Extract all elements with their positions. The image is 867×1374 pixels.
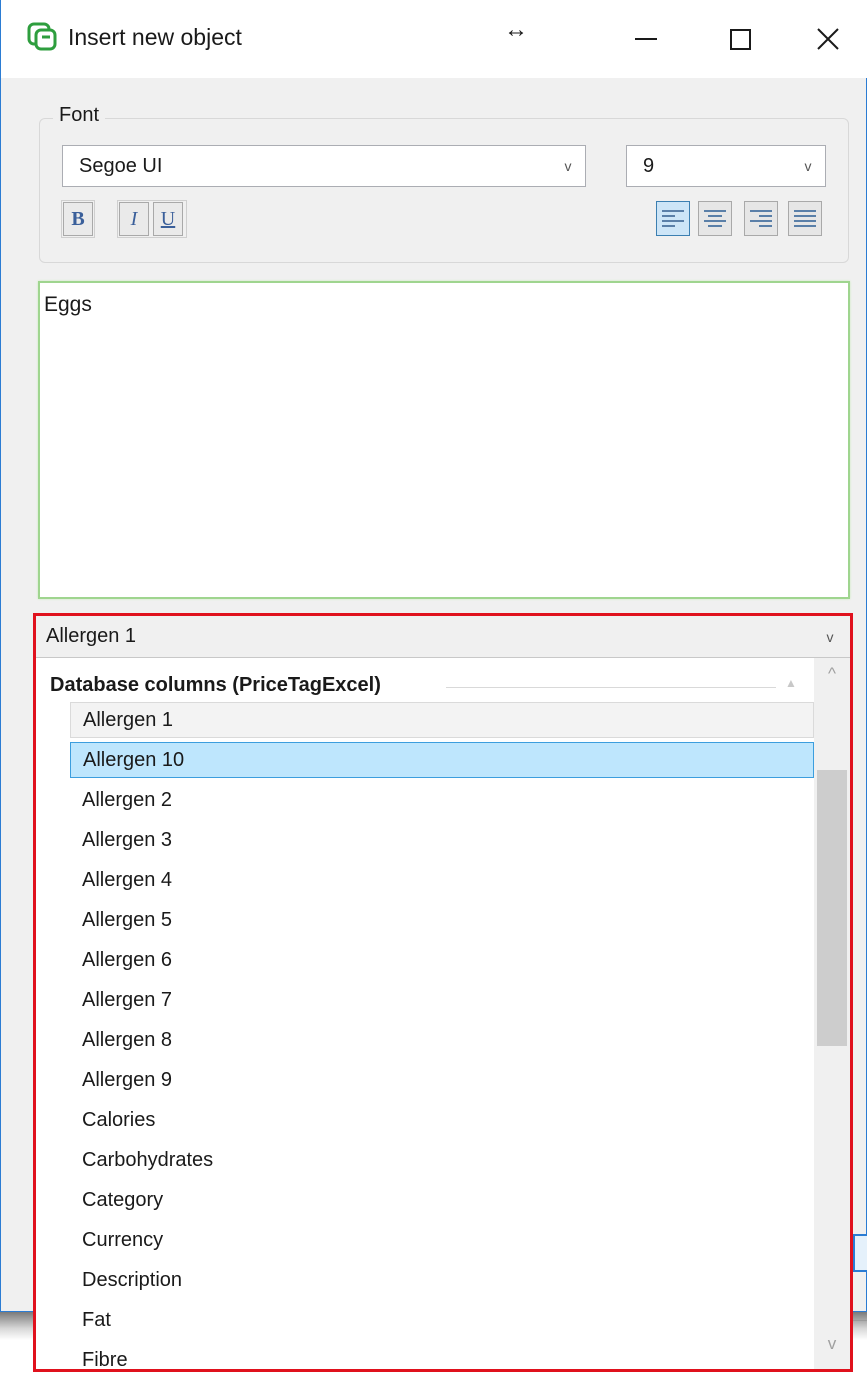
font-group-box	[39, 118, 849, 263]
list-item[interactable]: Fibre	[70, 1342, 814, 1374]
font-family-value: Segoe UI	[79, 154, 163, 177]
list-item[interactable]: Carbohydrates	[70, 1142, 814, 1178]
scroll-up-icon[interactable]: ^	[814, 664, 850, 694]
font-size-value: 9	[643, 154, 655, 177]
list-item[interactable]: Description	[70, 1262, 814, 1298]
font-size-select[interactable]: 9 v	[626, 145, 826, 187]
list-item[interactable]: Allergen 6	[70, 942, 814, 978]
field-dropdown[interactable]: Allergen 1 v Database columns (PriceTagE…	[33, 613, 853, 1372]
title-bar[interactable]: Insert new object ↔	[1, 0, 867, 78]
scrollbar[interactable]: ^ v	[814, 658, 850, 1369]
close-button[interactable]	[783, 0, 867, 78]
align-right-button[interactable]	[744, 201, 778, 236]
minimize-button[interactable]	[601, 0, 691, 78]
maximize-button[interactable]	[695, 0, 785, 78]
group-divider	[446, 687, 776, 688]
divider	[852, 1320, 867, 1321]
maximize-icon	[729, 28, 751, 50]
list-item[interactable]: Currency	[70, 1222, 814, 1258]
list-item[interactable]: Allergen 1	[70, 702, 814, 738]
align-left-button[interactable]	[656, 201, 690, 236]
chevron-down-icon: v	[826, 628, 834, 645]
editor-text: Eggs	[44, 293, 92, 316]
list-item[interactable]: Allergen 10	[70, 742, 814, 778]
italic-button[interactable]: I	[119, 202, 149, 236]
group-header: Database columns (PriceTagExcel)	[50, 674, 381, 696]
scroll-down-icon[interactable]: v	[814, 1334, 850, 1364]
list-item[interactable]: Allergen 9	[70, 1062, 814, 1098]
field-select[interactable]: Allergen 1 v	[36, 616, 850, 658]
scroll-thumb[interactable]	[817, 770, 847, 1046]
app-logo-icon	[27, 22, 57, 51]
list-item[interactable]: Calories	[70, 1102, 814, 1138]
resize-cursor-icon: ↔	[504, 16, 528, 43]
list-item[interactable]: Category	[70, 1182, 814, 1218]
minimize-icon	[635, 38, 657, 40]
chevron-down-icon: v	[804, 158, 812, 174]
list-item[interactable]: Allergen 3	[70, 822, 814, 858]
list-item[interactable]: Fat	[70, 1302, 814, 1338]
font-group-label: Font	[53, 104, 106, 127]
underline-button[interactable]: U	[153, 202, 183, 236]
collapse-icon[interactable]: ▲	[785, 676, 797, 690]
align-justify-button[interactable]	[788, 201, 822, 236]
window-title: Insert new object	[68, 24, 242, 50]
font-family-select[interactable]: Segoe UI v	[62, 145, 586, 187]
bold-button[interactable]: B	[63, 202, 93, 236]
field-select-value: Allergen 1	[46, 625, 137, 647]
list-item[interactable]: Allergen 5	[70, 902, 814, 938]
list-item[interactable]: Allergen 8	[70, 1022, 814, 1058]
list-item[interactable]: Allergen 7	[70, 982, 814, 1018]
list-item[interactable]: Allergen 4	[70, 862, 814, 898]
chevron-down-icon: v	[564, 158, 572, 174]
align-center-button[interactable]	[698, 201, 732, 236]
close-icon	[817, 28, 839, 50]
list-item[interactable]: Allergen 2	[70, 782, 814, 818]
partially-hidden-button[interactable]	[853, 1234, 867, 1272]
text-editor[interactable]: Eggs	[38, 281, 850, 599]
